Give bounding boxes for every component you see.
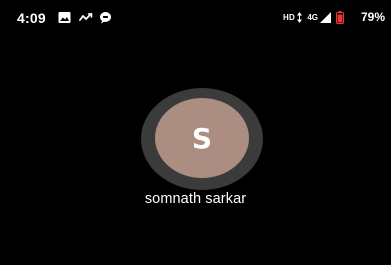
hd-label: HD: [283, 13, 295, 22]
contact-screen: 4:09 HD 4G 79% S somnath sarkar: [0, 0, 391, 265]
image-icon: [58, 11, 71, 29]
network-type: 4G: [307, 13, 318, 22]
contact-avatar[interactable]: S: [155, 98, 249, 178]
signal-icon: [319, 11, 332, 29]
data-arrows-icon: [296, 11, 303, 29]
contact-name: somnath sarkar: [144, 191, 247, 207]
chat-bubble-icon: [99, 11, 112, 29]
status-bar: 4:09 HD 4G 79%: [0, 0, 391, 34]
battery-percent: 79%: [360, 10, 385, 24]
battery-icon: [336, 11, 344, 29]
avatar-initial: S: [191, 121, 213, 155]
trend-icon: [79, 11, 93, 29]
status-time: 4:09: [17, 10, 46, 26]
